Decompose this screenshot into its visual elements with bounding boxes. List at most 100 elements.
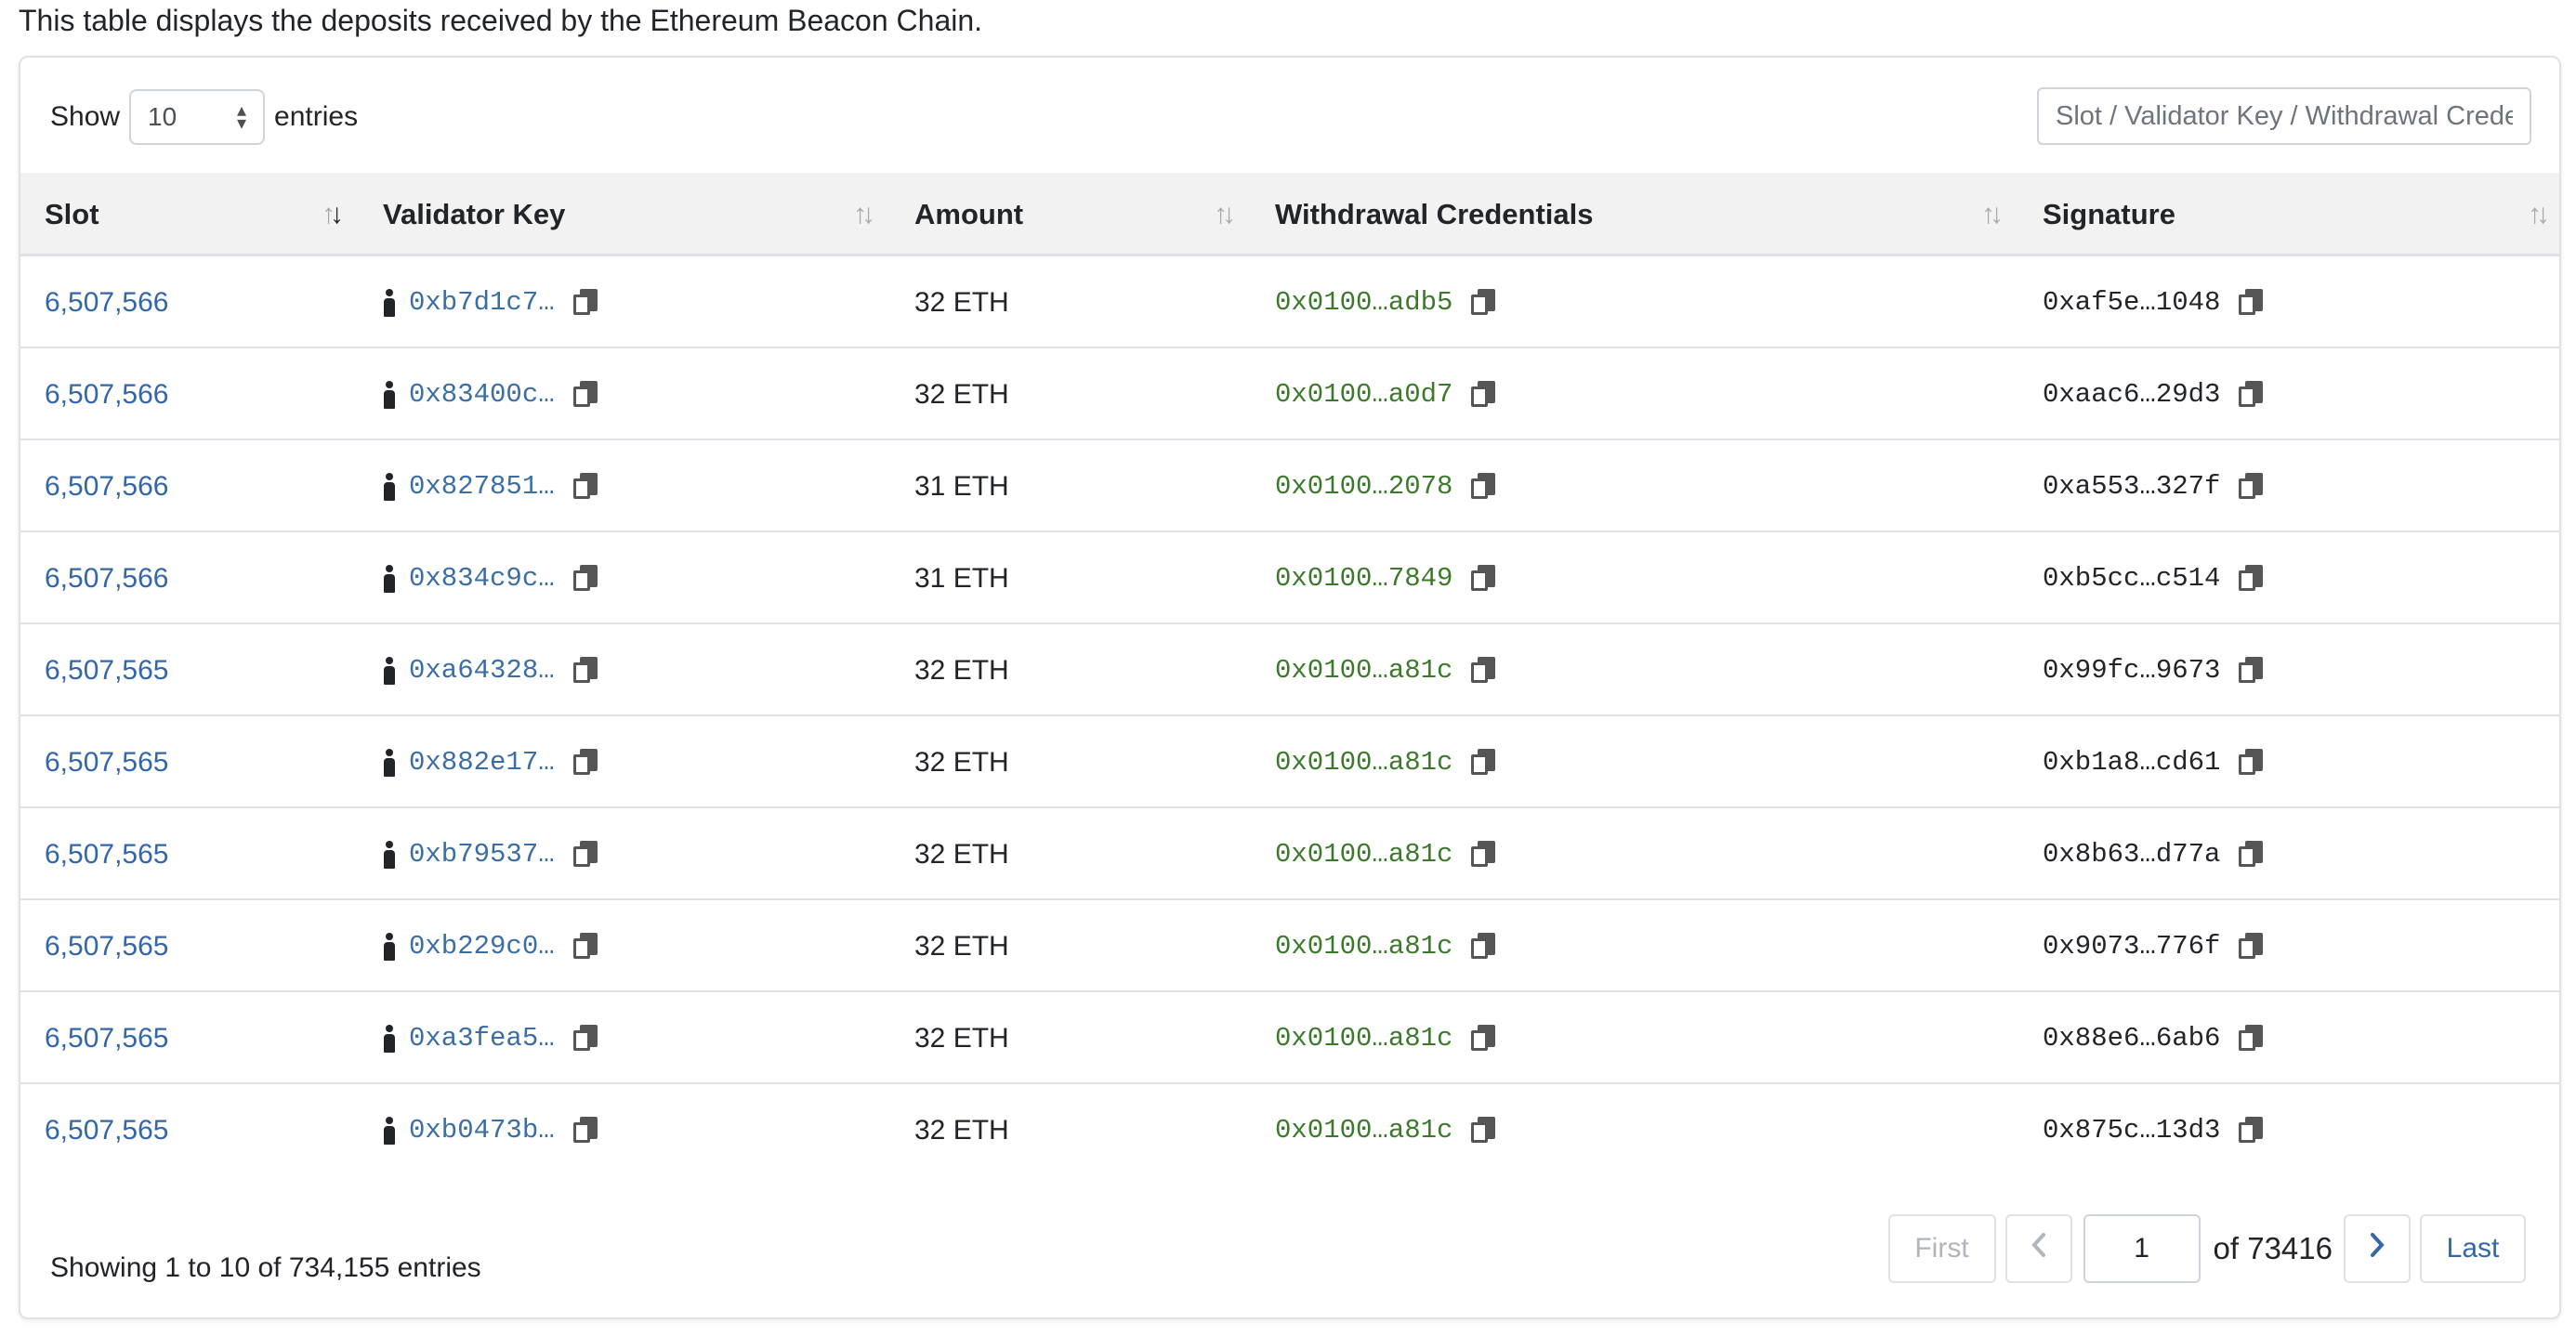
table-row: 6,507,566 0x827851… 31 ETH 0x0100…2078 0… [20, 440, 2559, 532]
copy-icon[interactable] [2239, 564, 2264, 593]
slot-link[interactable]: 6,507,565 [45, 900, 168, 1000]
validator-key-cell: 0x882e17… [383, 716, 598, 808]
withdrawal-credentials-link[interactable]: 0x0100…a81c [1275, 1023, 1452, 1054]
last-page-button[interactable]: Last [2420, 1214, 2526, 1283]
signature-cell: 0x875c…13d3 [2043, 1084, 2264, 1176]
signature-cell: 0xaf5e…1048 [2043, 256, 2264, 348]
copy-icon[interactable] [2239, 380, 2264, 409]
withdrawal-credentials-link[interactable]: 0x0100…a81c [1275, 839, 1452, 870]
entries-per-page-select[interactable]: 10 ▴ ▾ [129, 89, 266, 145]
sort-icon[interactable]: ↑ ↓ [1981, 173, 2004, 256]
withdrawal-credentials-link[interactable]: 0x0100…7849 [1275, 563, 1452, 594]
column-header-validator-key[interactable]: Validator Key [383, 173, 565, 256]
validator-key-link[interactable]: 0xb7d1c7… [409, 287, 555, 318]
validator-icon [383, 840, 396, 869]
copy-icon[interactable] [572, 840, 598, 869]
copy-icon[interactable] [1471, 472, 1496, 501]
sort-icon[interactable]: ↑ ↓ [1214, 173, 1236, 256]
prev-page-button[interactable] [2004, 1214, 2072, 1283]
slot-link[interactable]: 6,507,566 [45, 532, 168, 632]
validator-key-link[interactable]: 0xb79537… [409, 839, 555, 870]
signature-cell: 0x88e6…6ab6 [2043, 992, 2264, 1084]
copy-icon[interactable] [2239, 472, 2264, 501]
copy-icon[interactable] [572, 288, 598, 317]
slot-link[interactable]: 6,507,565 [45, 716, 168, 816]
withdrawal-credentials-link[interactable]: 0x0100…adb5 [1275, 287, 1452, 318]
copy-icon[interactable] [2239, 932, 2264, 961]
copy-icon[interactable] [572, 932, 598, 961]
copy-icon[interactable] [1471, 748, 1496, 777]
table-body: 6,507,566 0xb7d1c7… 32 ETH 0x0100…adb5 0… [20, 256, 2559, 1176]
copy-icon[interactable] [1471, 1116, 1496, 1145]
sort-icon[interactable]: ↑ ↓ [322, 173, 344, 256]
table-row: 6,507,565 0x882e17… 32 ETH 0x0100…a81c 0… [20, 716, 2559, 808]
amount-value: 31 ETH [914, 470, 1009, 502]
copy-icon[interactable] [1471, 564, 1496, 593]
copy-icon[interactable] [572, 472, 598, 501]
copy-icon[interactable] [2239, 840, 2264, 869]
validator-key-link[interactable]: 0xb229c0… [409, 931, 555, 962]
withdrawal-credentials-link[interactable]: 0x0100…2078 [1275, 471, 1452, 502]
first-page-button[interactable]: First [1887, 1214, 1996, 1283]
copy-icon[interactable] [1471, 1024, 1496, 1053]
withdrawal-credentials-link[interactable]: 0x0100…a81c [1275, 747, 1452, 778]
withdrawal-credentials-cell: 0x0100…a0d7 [1275, 348, 1496, 440]
slot-link[interactable]: 6,507,566 [45, 256, 168, 356]
next-page-button[interactable] [2344, 1214, 2411, 1283]
copy-icon[interactable] [572, 1116, 598, 1145]
validator-key-link[interactable]: 0xb0473b… [409, 1115, 555, 1146]
slot-link[interactable]: 6,507,565 [45, 992, 168, 1092]
table-header: Slot ↑ ↓ Validator Key ↑ ↓ Amount ↑ ↓ Withd… [20, 173, 2559, 256]
validator-icon [383, 656, 396, 685]
withdrawal-credentials-link[interactable]: 0x0100…a81c [1275, 655, 1452, 686]
amount-value: 32 ETH [914, 746, 1009, 778]
signature-cell: 0xb1a8…cd61 [2043, 716, 2264, 808]
slot-link[interactable]: 6,507,566 [45, 348, 168, 448]
copy-icon[interactable] [2239, 1024, 2264, 1053]
copy-icon[interactable] [572, 1024, 598, 1053]
withdrawal-credentials-cell: 0x0100…a81c [1275, 716, 1496, 808]
copy-icon[interactable] [1471, 840, 1496, 869]
slot-link[interactable]: 6,507,565 [45, 624, 168, 724]
withdrawal-credentials-cell: 0x0100…a81c [1275, 992, 1496, 1084]
signature-value: 0xa553…327f [2043, 471, 2221, 502]
validator-key-link[interactable]: 0x83400c… [409, 379, 555, 410]
copy-icon[interactable] [1471, 932, 1496, 961]
column-header-signature[interactable]: Signature [2043, 173, 2175, 256]
copy-icon[interactable] [572, 656, 598, 685]
copy-icon[interactable] [572, 380, 598, 409]
copy-icon[interactable] [2239, 1116, 2264, 1145]
copy-icon[interactable] [572, 748, 598, 777]
validator-key-link[interactable]: 0x827851… [409, 471, 555, 502]
validator-key-link[interactable]: 0x834c9c… [409, 563, 555, 594]
withdrawal-credentials-link[interactable]: 0x0100…a81c [1275, 1115, 1452, 1146]
validator-key-cell: 0xa64328… [383, 624, 598, 716]
slot-link[interactable]: 6,507,566 [45, 440, 168, 540]
withdrawal-credentials-link[interactable]: 0x0100…a0d7 [1275, 379, 1452, 410]
withdrawal-credentials-link[interactable]: 0x0100…a81c [1275, 931, 1452, 962]
copy-icon[interactable] [1471, 288, 1496, 317]
search-input[interactable] [2037, 87, 2531, 145]
page-number-input[interactable] [2083, 1214, 2201, 1283]
validator-key-link[interactable]: 0xa64328… [409, 655, 555, 686]
amount-value: 32 ETH [914, 654, 1009, 686]
column-header-slot[interactable]: Slot [45, 173, 99, 256]
validator-icon [383, 1024, 396, 1053]
sort-icon[interactable]: ↑ ↓ [853, 173, 875, 256]
copy-icon[interactable] [1471, 656, 1496, 685]
column-header-withdrawal-credentials[interactable]: Withdrawal Credentials [1275, 173, 1594, 256]
copy-icon[interactable] [2239, 288, 2264, 317]
validator-key-link[interactable]: 0x882e17… [409, 747, 555, 778]
validator-key-link[interactable]: 0xa3fea5… [409, 1023, 555, 1054]
column-header-amount[interactable]: Amount [914, 173, 1023, 256]
signature-value: 0x88e6…6ab6 [2043, 1023, 2221, 1054]
copy-icon[interactable] [1471, 380, 1496, 409]
signature-cell: 0xb5cc…c514 [2043, 532, 2264, 624]
copy-icon[interactable] [2239, 656, 2264, 685]
slot-link[interactable]: 6,507,565 [45, 1084, 168, 1184]
slot-link[interactable]: 6,507,565 [45, 808, 168, 908]
sort-icon[interactable]: ↑ ↓ [2528, 173, 2550, 256]
withdrawal-credentials-cell: 0x0100…7849 [1275, 532, 1496, 624]
copy-icon[interactable] [2239, 748, 2264, 777]
copy-icon[interactable] [572, 564, 598, 593]
